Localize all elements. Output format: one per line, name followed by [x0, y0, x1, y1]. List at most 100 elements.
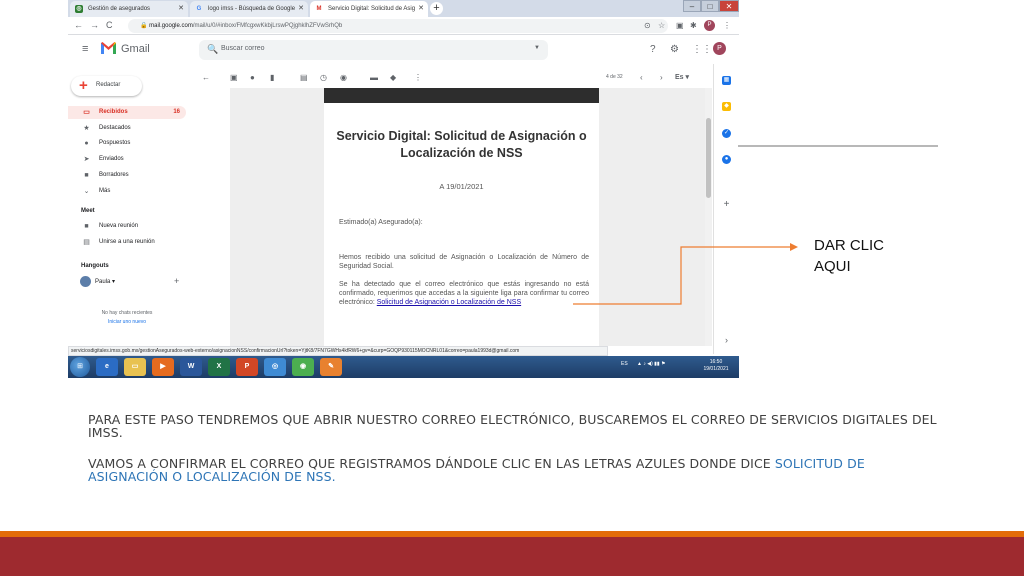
chevron-left-icon[interactable]: ‹: [640, 73, 643, 82]
forward-icon[interactable]: →: [90, 20, 99, 30]
paint-icon[interactable]: ✎: [320, 358, 342, 376]
chevron-down-icon: ⌄: [83, 188, 90, 195]
sidebar-item-mas[interactable]: ⌄ Más: [68, 185, 186, 198]
tab-label: Gestión de asegurados: [88, 6, 151, 12]
close-icon[interactable]: ✕: [418, 1, 424, 17]
email-paragraph: Hemos recibido una solicitud de Asignaci…: [339, 254, 589, 270]
tasks-icon[interactable]: ✓: [722, 129, 731, 138]
report-icon[interactable]: ●: [250, 73, 255, 82]
meet-new-meeting[interactable]: ■ Nueva reunión: [68, 220, 186, 233]
confirm-email-link[interactable]: Solicitud de Asignación o Localización d…: [377, 299, 521, 306]
tab-label: logo imss - Búsqueda de Google: [208, 6, 296, 12]
meet-item-label: Nueva reunión: [99, 223, 139, 229]
back-icon[interactable]: ←: [202, 73, 210, 82]
compose-label: Redactar: [96, 82, 121, 88]
windows-start-icon[interactable]: ⊞: [70, 357, 90, 377]
add-icon[interactable]: +: [174, 276, 179, 286]
slide: ◎ Gestión de asegurados ✕ G logo imss - …: [0, 0, 1024, 576]
search-icon[interactable]: 🔍: [207, 44, 218, 55]
sidebar-item-pospuestos[interactable]: ● Pospuestos: [68, 137, 186, 150]
extension-icon[interactable]: ▣: [676, 21, 684, 30]
tab-gestion[interactable]: ◎ Gestión de asegurados ✕: [70, 1, 188, 17]
chevron-down-icon[interactable]: ▼: [534, 45, 540, 51]
tray-icons[interactable]: ▲ ♪ ◀) ▮▮ ⚑: [637, 361, 666, 367]
maximize-icon[interactable]: □: [701, 0, 719, 12]
mark-unread-icon[interactable]: ▤: [300, 73, 308, 82]
sidebar-item-label: Más: [99, 188, 111, 194]
menu-icon[interactable]: ⋮: [723, 21, 731, 30]
scrollbar-thumb[interactable]: [706, 118, 711, 198]
profile-avatar[interactable]: P: [704, 20, 715, 31]
back-icon[interactable]: ←: [74, 20, 83, 30]
star-icon[interactable]: ☆: [658, 21, 665, 30]
url-input[interactable]: 🔒 mail.google.com/mail/u/0/#inbox/FMfcgx…: [128, 19, 668, 33]
help-icon[interactable]: ?: [650, 44, 656, 55]
globe-icon[interactable]: ◎: [264, 358, 286, 376]
reload-icon[interactable]: C: [106, 20, 113, 30]
language-toggle[interactable]: Es ▾: [675, 73, 689, 81]
ie-icon[interactable]: e: [96, 358, 118, 376]
tab-gmail[interactable]: M Servicio Digital: Solicitud de Asig ✕: [310, 1, 428, 17]
more-icon[interactable]: ⋮: [414, 73, 422, 82]
add-icon[interactable]: +: [722, 200, 731, 210]
archive-icon[interactable]: ▣: [230, 73, 238, 82]
compose-button[interactable]: + Redactar: [71, 76, 142, 96]
excel-icon[interactable]: X: [208, 358, 230, 376]
imss-icon: ◎: [75, 5, 83, 13]
minimize-icon[interactable]: –: [683, 0, 701, 12]
email-title: Servicio Digital: Solicitud de Asignació…: [336, 129, 587, 160]
status-url: serviciosdigitales.imss.gob.mx/gestionAs…: [68, 346, 608, 356]
screenshot: ◎ Gestión de asegurados ✕ G logo imss - …: [68, 0, 739, 378]
unread-count: 16: [173, 109, 180, 115]
contacts-icon[interactable]: ●: [722, 155, 731, 164]
move-icon[interactable]: ▬: [370, 73, 378, 82]
gmail-icon: M: [316, 6, 322, 12]
avatar[interactable]: P: [713, 42, 726, 55]
sidebar-item-label: Pospuestos: [99, 140, 131, 146]
label-icon[interactable]: ◆: [390, 73, 396, 82]
gmail-brand: Gmail: [121, 43, 150, 55]
keep-icon[interactable]: ◆: [722, 102, 731, 111]
close-window-icon[interactable]: ✕: [719, 0, 739, 12]
chevron-right-icon[interactable]: ›: [660, 73, 663, 82]
sidebar-item-borradores[interactable]: ■ Borradores: [68, 169, 186, 182]
trash-icon[interactable]: ▮: [270, 73, 274, 82]
keyboard-icon: ▤: [83, 239, 90, 246]
new-tab-button[interactable]: +: [430, 2, 443, 15]
video-icon: ■: [84, 223, 89, 230]
key-icon[interactable]: ⊙: [644, 21, 651, 30]
sidebar-item-recibidos[interactable]: ▭ Recibidos 16: [68, 106, 186, 119]
annotation-label: DAR CLIC AQUI: [814, 237, 885, 275]
meet-join-meeting[interactable]: ▤ Unirse a una reunión: [68, 236, 186, 249]
browser-tab-bar: ◎ Gestión de asegurados ✕ G logo imss - …: [68, 0, 739, 17]
search-input[interactable]: 🔍 Buscar correo ▼: [199, 40, 548, 60]
calendar-icon[interactable]: ▦: [722, 76, 731, 85]
chevron-right-icon[interactable]: ›: [722, 336, 731, 345]
inbox-icon: ▭: [83, 109, 90, 116]
gear-icon[interactable]: ⚙: [670, 44, 679, 55]
start-new-chat-link[interactable]: Iniciar uno nuevo: [68, 319, 186, 325]
snooze-icon[interactable]: ◷: [320, 73, 327, 82]
close-icon[interactable]: ✕: [178, 1, 184, 17]
powerpoint-icon[interactable]: P: [236, 358, 258, 376]
word-icon[interactable]: W: [180, 358, 202, 376]
folder-icon[interactable]: ▭: [124, 358, 146, 376]
hamburger-icon[interactable]: ≡: [82, 43, 88, 55]
close-icon[interactable]: ✕: [298, 1, 304, 17]
tab-google[interactable]: G logo imss - Búsqueda de Google ✕: [190, 1, 308, 17]
sidebar-item-enviados[interactable]: ➤ Enviados: [68, 153, 186, 166]
sidebar-item-destacados[interactable]: ★ Destacados: [68, 122, 186, 135]
pager-count: 4 de 32: [606, 74, 623, 80]
hangouts-user[interactable]: Paula ▾: [95, 278, 115, 285]
apps-icon[interactable]: ⋮⋮: [692, 44, 712, 55]
taskbar: ⊞ e ▭ ▶ W X P ◎ ◉ ✎ ES ▲ ♪ ◀) ▮▮ ⚑ 16:50…: [68, 356, 739, 378]
url-host: mail.google.com: [149, 23, 193, 29]
tab-label: Servicio Digital: Solicitud de Asig: [328, 6, 416, 12]
chrome-icon[interactable]: ◉: [292, 358, 314, 376]
task-icon[interactable]: ◉: [340, 73, 347, 82]
media-player-icon[interactable]: ▶: [152, 358, 174, 376]
clock[interactable]: 16:50 19/01/2021: [696, 359, 736, 373]
language-indicator[interactable]: ES: [621, 361, 628, 367]
file-icon: ■: [84, 172, 89, 179]
puzzle-icon[interactable]: ✱: [690, 21, 697, 30]
